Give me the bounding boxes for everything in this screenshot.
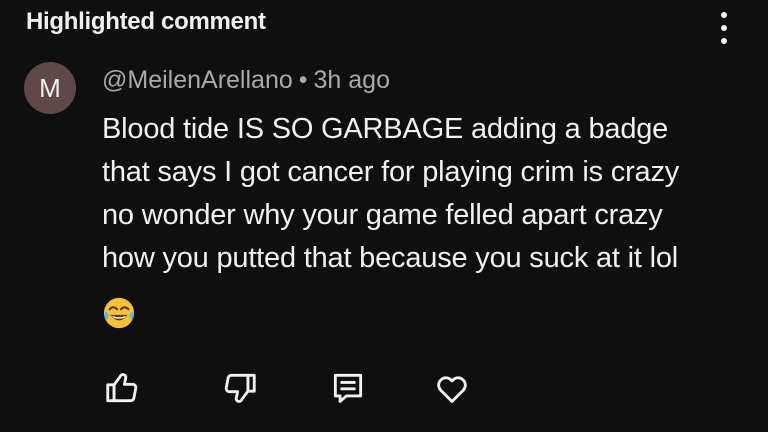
tears-of-joy-emoji-icon [103,297,135,329]
heart-button[interactable] [430,366,474,410]
author-handle[interactable]: @MeilenArellano [102,66,293,94]
avatar[interactable]: M [24,62,76,114]
reply-icon [333,373,363,403]
heart-icon [437,376,467,403]
comment-line: Blood tide IS SO GARBAGE adding a badge [102,113,669,145]
dislike-button[interactable] [218,366,262,410]
comment-line: that says I got cancer for playing crim … [102,156,680,188]
more-options-button[interactable] [716,12,732,44]
comment-line: no wonder why your game felled apart cra… [102,199,663,231]
meta-separator: • [298,66,308,94]
like-button[interactable] [100,366,144,410]
section-title: Highlighted comment [26,8,266,35]
comment-line: how you putted that because you suck at … [102,242,678,274]
more-vertical-icon-dot [721,38,727,44]
highlighted-comment-panel: Highlighted comment M @MeilenArellano • 3h… [0,0,768,432]
comment-text: Blood tide IS SO GARBAGE adding a badge … [102,108,742,280]
comment-meta: @MeilenArellano • 3h ago [102,64,390,96]
more-vertical-icon-dot [721,25,727,31]
reply-button[interactable] [326,366,370,410]
more-vertical-icon [721,12,727,18]
comment-timestamp: 3h ago [313,66,390,94]
thumbs-down-icon [224,373,256,403]
thumbs-up-icon [106,373,138,403]
